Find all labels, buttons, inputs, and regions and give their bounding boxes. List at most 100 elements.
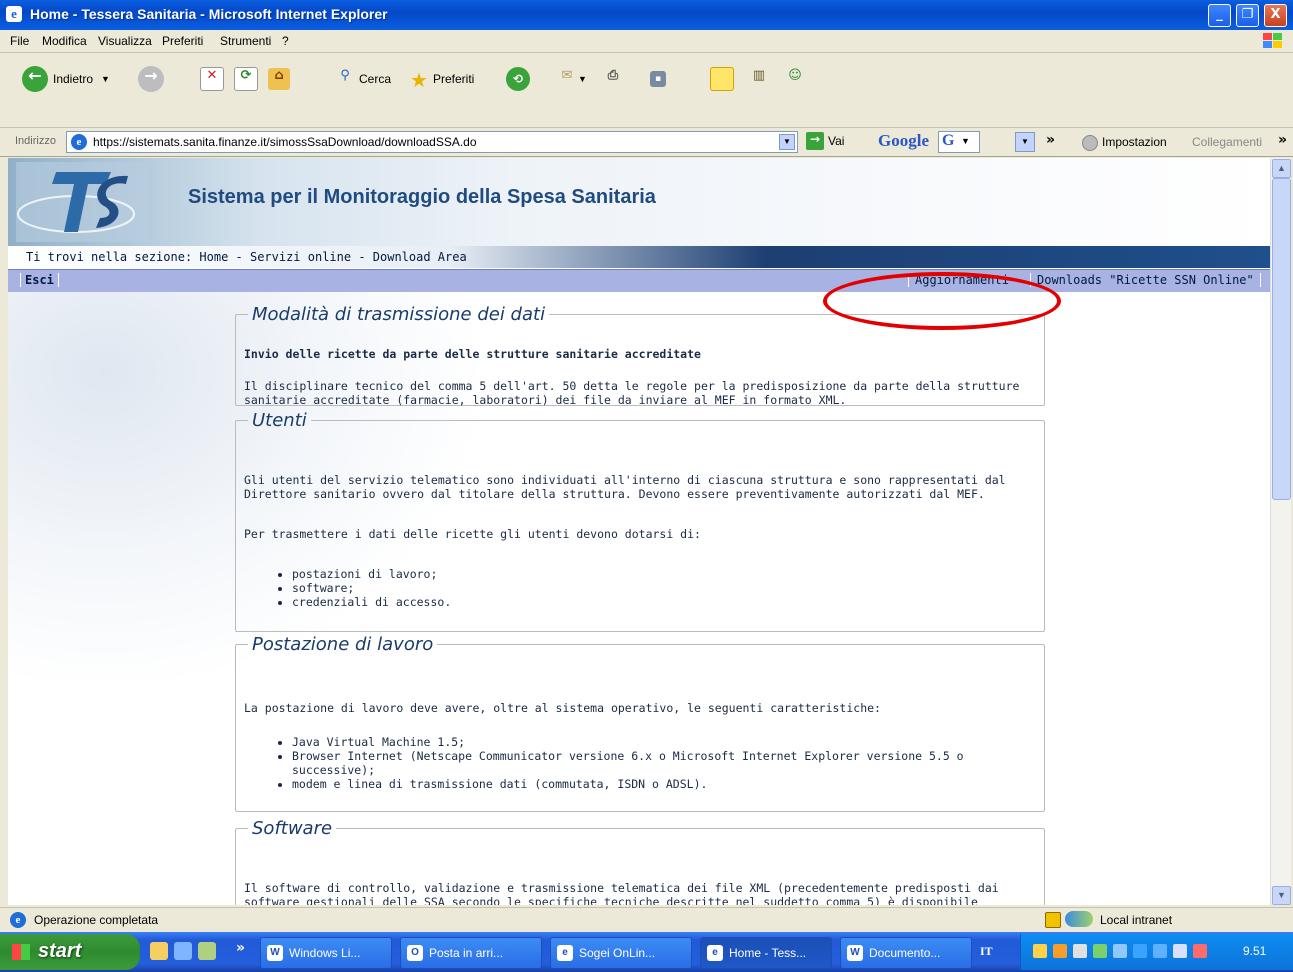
security-zone: Local intranet — [1100, 913, 1173, 927]
menu-preferiti[interactable]: Preferiti — [162, 34, 203, 48]
section-text: La postazione di lavoro deve avere, oltr… — [244, 701, 881, 715]
scroll-down-icon[interactable]: ▼ — [1272, 886, 1291, 905]
page-status-icon: e — [10, 912, 26, 928]
messenger-button[interactable]: ☺ — [784, 65, 806, 93]
status-bar: e Operazione completata Local intranet — [0, 907, 1293, 932]
edit-icon: ▪ — [650, 71, 666, 87]
list-item: software; — [292, 581, 1034, 595]
note-icon — [710, 67, 734, 91]
close-button[interactable]: X — [1264, 4, 1287, 27]
quicklaunch-messenger-icon[interactable] — [198, 942, 216, 960]
favorites-label: Preferiti — [433, 72, 475, 86]
more-chevron[interactable]: » — [1046, 132, 1055, 148]
vertical-scrollbar[interactable]: ▲ ▼ — [1270, 158, 1291, 905]
section-title: Modalità di trasmissione dei dati — [252, 304, 546, 325]
section-subtitle: Invio delle ricette da parte delle strut… — [244, 347, 701, 361]
google-combo-dropdown[interactable]: ▼ — [1015, 132, 1035, 152]
ie-page-icon: e — [71, 134, 87, 150]
settings-label[interactable]: Impostazion — [1102, 135, 1167, 149]
tray-antivirus-icon[interactable] — [1193, 944, 1207, 958]
ie-task-icon: e — [557, 945, 573, 961]
tray-messenger-icon[interactable] — [1093, 944, 1107, 958]
tray-volume-icon[interactable] — [1173, 944, 1187, 958]
refresh-button[interactable]: ⟳ — [234, 65, 258, 93]
research-button[interactable]: ▥ — [748, 65, 770, 93]
section-title: Utenti — [252, 410, 307, 431]
tray-outlook-icon[interactable] — [1053, 944, 1067, 958]
section-text: Il disciplinare tecnico del comma 5 dell… — [244, 379, 1020, 407]
chevron-down-icon: ▼ — [101, 74, 110, 84]
menu-help[interactable]: ? — [282, 34, 289, 48]
title-bar: e Home - Tessera Sanitaria - Microsoft I… — [0, 0, 1293, 30]
stop-button[interactable]: ✕ — [200, 65, 224, 93]
list-item: postazioni di lavoro; — [292, 567, 1034, 581]
search-button[interactable]: ⚲ Cerca — [334, 65, 391, 93]
go-button[interactable]: → Vai — [806, 132, 844, 150]
links-label[interactable]: Collegamenti — [1192, 135, 1262, 149]
exit-link[interactable]: Esci — [20, 273, 59, 287]
highlight-annotation — [823, 272, 1061, 330]
start-label: start — [38, 940, 82, 962]
favorites-button[interactable]: ★ Preferiti — [408, 65, 474, 93]
edit-button[interactable]: ▪ — [650, 65, 666, 93]
tray-security-icon[interactable] — [1073, 944, 1087, 958]
window-title: Home - Tessera Sanitaria - Microsoft Int… — [30, 6, 388, 22]
section-users: Utenti Gli utenti del servizio telematic… — [235, 410, 1045, 632]
start-button[interactable]: start — [0, 934, 140, 970]
section-title: Postazione di lavoro — [252, 634, 434, 655]
task-windows-live[interactable]: W Windows Li... — [260, 937, 392, 969]
mail-button[interactable]: ✉ ▼ — [556, 65, 587, 93]
nav-bar: Esci Aggiornamenti Downloads "Ricette SS… — [8, 269, 1270, 292]
task-document[interactable]: W Documento... — [840, 937, 972, 969]
scroll-up-icon[interactable]: ▲ — [1272, 159, 1291, 178]
star-icon: ★ — [410, 68, 428, 92]
messenger-icon: ☺ — [788, 68, 802, 83]
quicklaunch-more[interactable]: » — [236, 940, 245, 956]
tray-mail-icon[interactable] — [1033, 944, 1047, 958]
history-button[interactable]: ⟲ — [506, 65, 530, 93]
quicklaunch-outlook-icon[interactable] — [150, 942, 168, 960]
forward-button[interactable]: → — [138, 65, 164, 93]
mail-dropdown-icon: ▼ — [578, 74, 587, 84]
notes-button[interactable] — [710, 65, 734, 93]
google-dropdown-icon[interactable]: ▼ — [961, 136, 970, 146]
google-search-box[interactable]: G ▼ — [938, 131, 980, 153]
tray-app-icon[interactable] — [1153, 944, 1167, 958]
lock-icon — [1045, 912, 1061, 928]
ts-logo-icon — [16, 162, 148, 242]
stop-icon: ✕ — [200, 67, 224, 91]
page-viewport: Sistema per il Monitoraggio della Spesa … — [8, 158, 1270, 905]
minimize-button[interactable]: _ — [1208, 4, 1231, 27]
tray-monitor-icon[interactable] — [1133, 944, 1147, 958]
menu-strumenti[interactable]: Strumenti — [220, 34, 271, 48]
breadcrumb: Ti trovi nella sezione: Home - Servizi o… — [26, 250, 467, 264]
downloads-link[interactable]: Downloads "Ricette SSN Online" — [1030, 273, 1261, 287]
quicklaunch-ie-icon[interactable] — [174, 942, 192, 960]
address-dropdown-icon[interactable]: ▼ — [779, 134, 795, 150]
task-home[interactable]: e Home - Tess... — [700, 937, 832, 969]
menu-modifica[interactable]: Modifica — [42, 34, 87, 48]
clock: 9.51 — [1243, 944, 1267, 958]
menu-visualizza[interactable]: Visualizza — [98, 34, 152, 48]
list-item: Browser Internet (Netscape Communicator … — [292, 749, 994, 777]
home-button[interactable]: ⌂ — [268, 65, 290, 93]
maximize-button[interactable]: ❐ — [1236, 4, 1259, 27]
links-more-chevron[interactable]: » — [1278, 132, 1287, 148]
task-sogei[interactable]: e Sogei OnLin... — [550, 937, 692, 969]
back-button[interactable]: ← Indietro ▼ — [22, 65, 110, 93]
menu-file[interactable]: File — [10, 34, 29, 48]
list-item: Java Virtual Machine 1.5; — [292, 735, 994, 749]
task-label: Windows Li... — [289, 946, 361, 960]
address-input[interactable]: e https://sistemats.sanita.finanze.it/si… — [66, 131, 798, 153]
outlook-icon: O — [407, 945, 423, 961]
tray-network-icon[interactable] — [1113, 944, 1127, 958]
address-url: https://sistemats.sanita.finanze.it/simo… — [93, 135, 477, 149]
windows-logo-icon — [1263, 33, 1282, 48]
section-title: Software — [252, 818, 333, 839]
section-workstation: Postazione di lavoro La postazione di la… — [235, 634, 1045, 812]
language-indicator[interactable]: IT — [980, 944, 993, 959]
task-label: Documento... — [869, 946, 941, 960]
scroll-thumb[interactable] — [1272, 178, 1291, 500]
print-button[interactable]: ⎙ — [602, 65, 624, 93]
task-mail[interactable]: O Posta in arri... — [400, 937, 542, 969]
